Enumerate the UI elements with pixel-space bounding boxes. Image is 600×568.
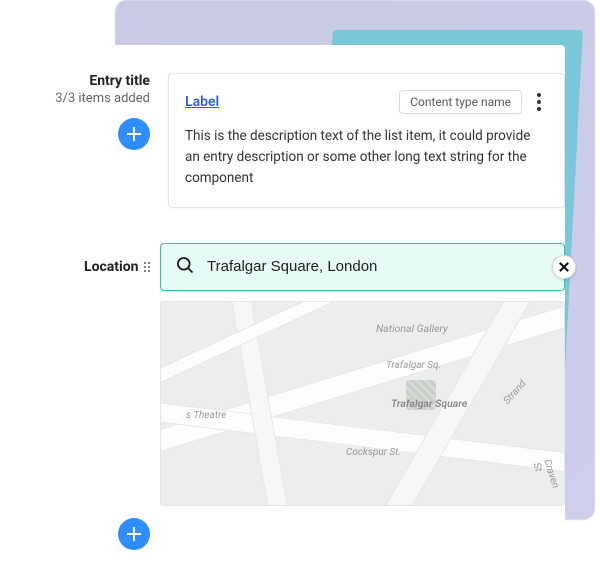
close-icon bbox=[559, 262, 569, 272]
entry-meta: Entry title 3/3 items added bbox=[10, 73, 150, 150]
map-label: Trafalgar Sq. bbox=[386, 360, 441, 371]
entry-count: 3/3 items added bbox=[55, 91, 150, 106]
content-type-chip: Content type name bbox=[399, 90, 522, 114]
map-preview[interactable]: National Gallery Trafalgar Sq. Trafalgar… bbox=[160, 301, 565, 506]
clear-search-button[interactable] bbox=[552, 255, 576, 279]
entry-card: Label Content type name This is the desc… bbox=[168, 73, 565, 208]
drag-handle-icon[interactable] bbox=[144, 262, 151, 273]
entry-card-header: Label Content type name bbox=[185, 90, 548, 114]
entry-card-actions: Content type name bbox=[399, 90, 548, 114]
entry-section: Entry title 3/3 items added Label Conten… bbox=[10, 45, 565, 208]
kebab-icon bbox=[537, 93, 541, 97]
page-card: Entry title 3/3 items added Label Conten… bbox=[10, 45, 565, 568]
location-add-row bbox=[10, 506, 565, 550]
location-search-field[interactable] bbox=[160, 243, 565, 291]
search-icon bbox=[175, 255, 195, 279]
map-label: s Theatre bbox=[186, 410, 226, 421]
plus-icon bbox=[126, 526, 142, 542]
location-search-input[interactable] bbox=[207, 258, 526, 275]
location-search-wrap: National Gallery Trafalgar Sq. Trafalgar… bbox=[160, 243, 565, 506]
more-options-button[interactable] bbox=[530, 90, 548, 114]
entry-label-link[interactable]: Label bbox=[185, 94, 219, 110]
map-label: Cockspur St. bbox=[346, 447, 401, 458]
location-label-text: Location bbox=[84, 259, 138, 275]
location-add-wrap bbox=[10, 518, 150, 550]
location-label-row: Location bbox=[84, 243, 150, 291]
add-location-button[interactable] bbox=[118, 518, 150, 550]
location-section: Location bbox=[10, 243, 565, 506]
entry-description: This is the description text of the list… bbox=[185, 126, 548, 189]
entry-title: Entry title bbox=[89, 73, 150, 89]
map-label: Trafalgar Square bbox=[391, 397, 467, 410]
map-label: National Gallery bbox=[376, 322, 448, 335]
plus-icon bbox=[126, 126, 142, 142]
add-entry-button[interactable] bbox=[118, 118, 150, 150]
location-meta: Location bbox=[10, 243, 150, 291]
map-label: Strand bbox=[502, 378, 529, 406]
